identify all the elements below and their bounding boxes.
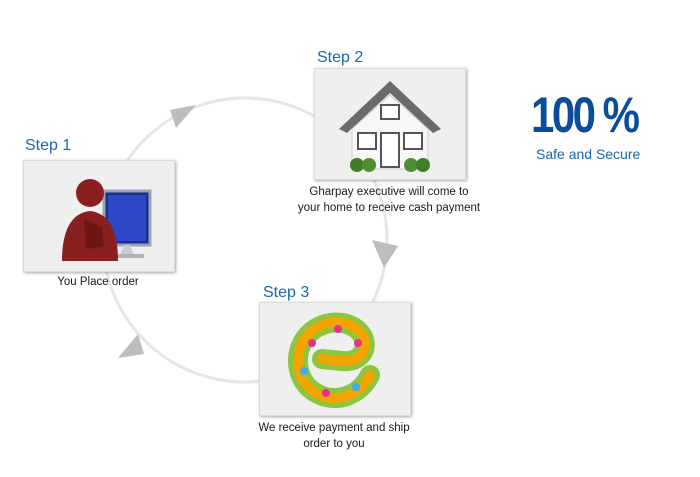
safety-label: Safe and Secure xyxy=(536,146,641,162)
step-3-card xyxy=(259,302,411,416)
arrowhead-right xyxy=(372,240,398,268)
person-at-computer-icon xyxy=(62,179,152,261)
step-2-title: Step 2 xyxy=(317,49,364,66)
step-3-caption-line-1: We receive payment and ship xyxy=(258,422,410,434)
step-2-card xyxy=(314,68,466,180)
step-3-title: Step 3 xyxy=(263,284,310,301)
step-1-title: Step 1 xyxy=(25,137,72,154)
safety-percent: 100 % xyxy=(531,87,640,143)
floral-e-logo xyxy=(288,312,380,409)
step-1-card xyxy=(23,160,175,272)
step-1-caption: You Place order xyxy=(23,274,173,290)
house-icon xyxy=(339,81,441,172)
arrowhead-top xyxy=(170,105,196,128)
step-2-caption: Gharpay executive will come to your home… xyxy=(279,184,499,216)
step-2-caption-line-2: your home to receive cash payment xyxy=(297,202,481,214)
step-2-caption-line-1: Gharpay executive will come to xyxy=(309,186,469,198)
step-3-caption-line-2: order to you xyxy=(303,438,365,450)
step-1-caption-line: You Place order xyxy=(57,276,139,288)
step-3-caption: We receive payment and ship order to you xyxy=(224,420,444,452)
